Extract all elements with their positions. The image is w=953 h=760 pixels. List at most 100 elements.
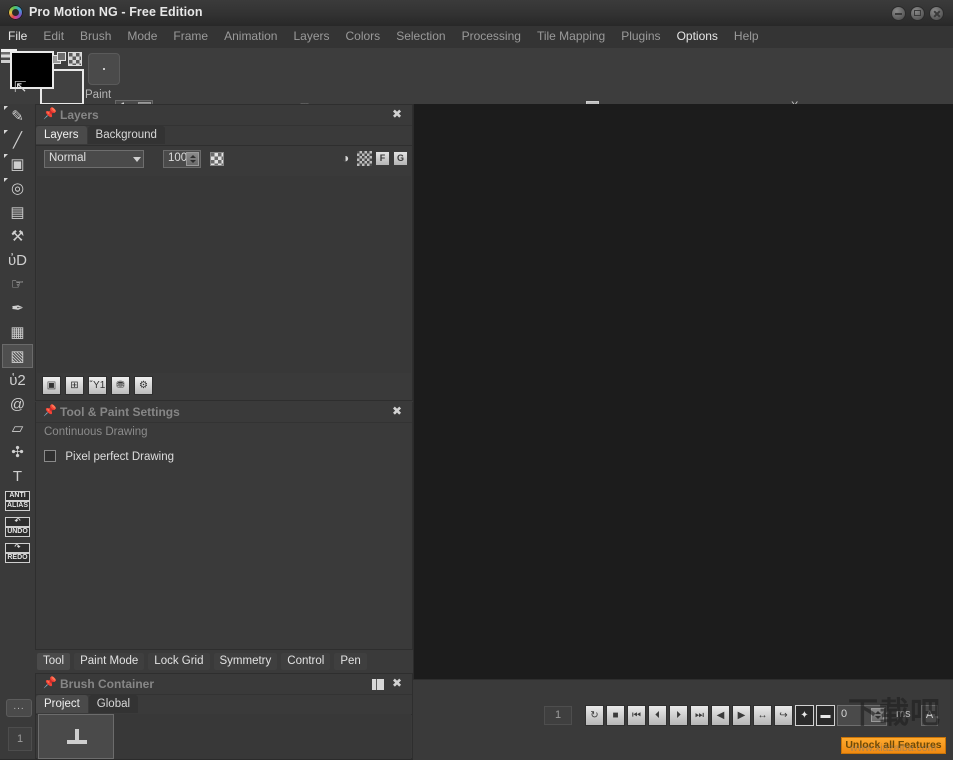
last-frame-button[interactable]: ⏭ — [690, 705, 709, 726]
menu-item-processing[interactable]: Processing — [454, 26, 529, 47]
pan-hand-tool[interactable]: ☞ — [2, 272, 33, 296]
more-tools-button[interactable]: ... — [6, 699, 32, 717]
add-frame-button[interactable]: ✦ — [795, 705, 814, 726]
mode-tab-tool[interactable]: Tool — [37, 653, 71, 670]
pin-icon[interactable]: 📌 — [43, 108, 57, 121]
delete-layer-button[interactable]: Ὕ1 — [88, 376, 107, 395]
grid-tool[interactable]: ▦ — [2, 320, 33, 344]
next-keyframe-button[interactable]: ⏵ — [669, 705, 688, 726]
lock-tool[interactable]: ὑ2 — [2, 368, 33, 392]
opacity-spinner[interactable] — [186, 152, 199, 166]
frame-delay-spinner[interactable] — [871, 708, 884, 722]
tab-project[interactable]: Project — [36, 695, 88, 713]
canvas-surface[interactable] — [414, 104, 953, 679]
mode-tab-paint-mode[interactable]: Paint Mode — [74, 653, 145, 670]
current-frame-field[interactable]: 1 — [544, 706, 572, 725]
swap-colors-icon[interactable]: ⇱ — [14, 80, 30, 96]
text-tool[interactable]: T — [2, 464, 33, 488]
chevron-down-icon — [133, 157, 141, 162]
toolbar-frame-indicator: 1 — [8, 727, 32, 751]
prev-keyframe-button[interactable]: ⏴ — [648, 705, 667, 726]
line-tool[interactable]: ╱ — [2, 128, 33, 152]
overlap-colors-icon[interactable] — [52, 52, 68, 66]
menu-item-plugins[interactable]: Plugins — [613, 26, 668, 47]
menu-item-options[interactable]: Options — [669, 26, 726, 47]
pin-icon[interactable]: 📌 — [43, 677, 57, 690]
lock-alpha-icon[interactable]: ◑ — [342, 151, 357, 166]
menu-item-file[interactable]: File — [0, 26, 35, 47]
fill-bucket-tool[interactable]: ⚒ — [2, 224, 33, 248]
play-forward-button[interactable]: ▶ — [732, 705, 751, 726]
tool-list: ✎ ╱ ▣ ◎ ▤ ⚒ ὐD ☞ ✒ ▦ ▧ ὑ2 @ ▱ ✣ T ANTI ALIAS ↶ UNDO ↷ REDO — [0, 104, 35, 566]
minimize-button[interactable] — [892, 7, 905, 20]
global-layer-icon[interactable]: G — [393, 151, 408, 166]
play-backward-button[interactable]: ◀ — [711, 705, 730, 726]
close-panel-icon[interactable]: ✖ — [392, 405, 404, 417]
ping-pong-button[interactable]: ↔ — [753, 705, 772, 726]
remove-frame-button[interactable]: ▬ — [816, 705, 835, 726]
stop-button[interactable]: ■ — [606, 705, 625, 726]
menu-item-selection[interactable]: Selection — [388, 26, 453, 47]
menu-item-edit[interactable]: Edit — [35, 26, 72, 47]
color-picker-tool[interactable]: ✒ — [2, 296, 33, 320]
menu-item-mode[interactable]: Mode — [119, 26, 165, 47]
menu-item-layers[interactable]: Layers — [285, 26, 337, 47]
blend-mode-select[interactable]: Normal — [44, 150, 144, 168]
mode-tab-symmetry[interactable]: Symmetry — [213, 653, 278, 670]
auto-delay-button[interactable]: A — [921, 705, 938, 726]
undo-tool[interactable]: ↶ UNDO — [2, 514, 33, 540]
transparency-icon[interactable] — [357, 151, 372, 166]
menu-item-frame[interactable]: Frame — [165, 26, 216, 47]
unlock-all-features-button[interactable]: Unlock all Features — [841, 737, 946, 754]
loop-once-button[interactable]: ↪ — [774, 705, 793, 726]
pixel-perfect-checkbox[interactable] — [44, 450, 56, 462]
first-frame-button[interactable]: ⏮ — [627, 705, 646, 726]
merge-layer-button[interactable]: ⛃ — [111, 376, 130, 395]
checker-transparency-icon[interactable] — [68, 52, 82, 66]
close-panel-icon[interactable]: ✖ — [392, 108, 404, 120]
frame-delay-field[interactable]: 0 — [837, 705, 887, 726]
new-animation-layer-button[interactable]: ▣ — [42, 376, 61, 395]
app-logo-icon — [8, 5, 23, 20]
stencil-tool[interactable]: ▧ — [2, 344, 33, 368]
eraser-tool[interactable]: ▱ — [2, 416, 33, 440]
mode-tab-pen[interactable]: Pen — [334, 653, 367, 670]
rectangle-tool[interactable]: ▣ — [2, 152, 33, 176]
tab-global[interactable]: Global — [88, 695, 139, 713]
menu-item-tile-mapping[interactable]: Tile Mapping — [529, 26, 613, 47]
add-layer-button[interactable]: ⊞ — [65, 376, 84, 395]
mode-tab-control[interactable]: Control — [281, 653, 331, 670]
loop-button[interactable]: ↻ — [585, 705, 604, 726]
brush-tab-row: Project Global — [36, 695, 412, 715]
alpha-checker-icon[interactable] — [210, 152, 224, 166]
menu-item-help[interactable]: Help — [726, 26, 767, 47]
layers-list[interactable] — [37, 176, 411, 374]
opacity-stepper[interactable]: 100 — [163, 150, 201, 168]
maximize-button[interactable] — [911, 7, 924, 20]
menu-item-animation[interactable]: Animation — [216, 26, 285, 47]
pin-icon[interactable]: 📌 — [43, 405, 57, 418]
pixel-perfect-row[interactable]: Pixel perfect Drawing — [44, 449, 174, 463]
mode-tab-lock-grid[interactable]: Lock Grid — [148, 653, 210, 670]
anti-alias-tool[interactable]: ANTI ALIAS — [2, 488, 33, 514]
redo-tool[interactable]: ↷ REDO — [2, 540, 33, 566]
frame-layer-icon[interactable]: F — [375, 151, 390, 166]
gradient-fill-tool[interactable]: ▤ — [2, 200, 33, 224]
close-button[interactable] — [930, 7, 943, 20]
tab-background[interactable]: Background — [87, 126, 165, 144]
layer-properties-button[interactable]: ⚙ — [134, 376, 153, 395]
list-view-icon[interactable] — [371, 678, 385, 691]
canvas-area[interactable] — [413, 104, 953, 679]
tab-layers[interactable]: Layers — [36, 126, 87, 144]
color-picker-icon: ✒ — [11, 299, 24, 317]
brush-preview[interactable] — [88, 53, 120, 85]
spiral-tool[interactable]: @ — [2, 392, 33, 416]
ellipse-tool[interactable]: ◎ — [2, 176, 33, 200]
brush-thumbnail[interactable] — [38, 714, 114, 759]
magnifier-tool[interactable]: ὐD — [2, 248, 33, 272]
menu-item-brush[interactable]: Brush — [72, 26, 119, 47]
menu-item-colors[interactable]: Colors — [338, 26, 389, 47]
close-panel-icon[interactable]: ✖ — [392, 677, 404, 689]
freehand-draw-tool[interactable]: ✎ — [2, 104, 33, 128]
transform-tool[interactable]: ✣ — [2, 440, 33, 464]
